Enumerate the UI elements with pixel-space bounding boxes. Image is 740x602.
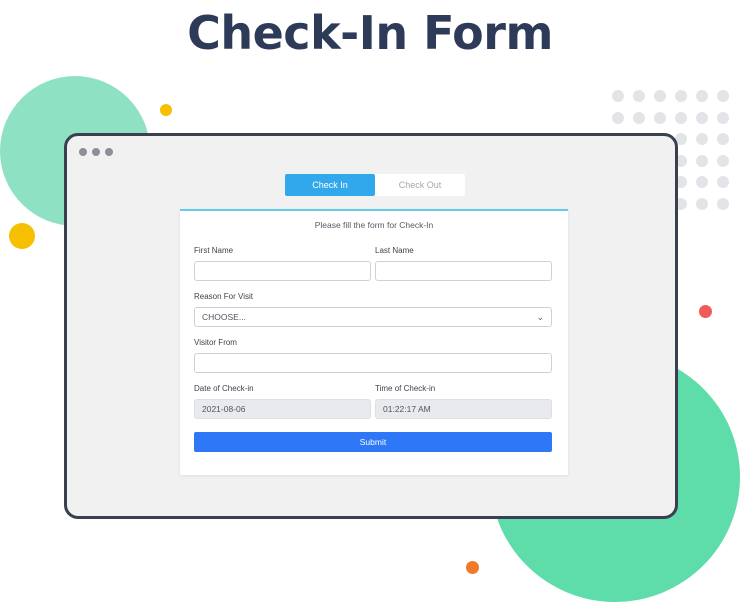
window-title-bar bbox=[67, 136, 675, 160]
first-name-input[interactable] bbox=[194, 261, 371, 281]
submit-button[interactable]: Submit bbox=[194, 432, 552, 452]
checkin-form-card: Please fill the form for Check-In First … bbox=[180, 209, 568, 475]
reason-label: Reason For Visit bbox=[194, 292, 253, 301]
window-control-dot[interactable] bbox=[79, 148, 87, 156]
window-control-dot[interactable] bbox=[105, 148, 113, 156]
date-field: 2021-08-06 bbox=[194, 399, 371, 419]
decorative-dot-orange bbox=[466, 561, 479, 574]
window-control-dot[interactable] bbox=[92, 148, 100, 156]
date-label: Date of Check-in bbox=[194, 384, 254, 393]
decorative-dot-red bbox=[699, 305, 712, 318]
decorative-dot-yellow-large bbox=[9, 223, 35, 249]
tab-check-out[interactable]: Check Out bbox=[375, 174, 465, 196]
reason-selected-value: CHOOSE... bbox=[202, 312, 246, 322]
reason-select[interactable]: CHOOSE... ⌄ bbox=[194, 307, 552, 327]
page-title: Check-In Form bbox=[187, 6, 553, 60]
chevron-down-icon: ⌄ bbox=[536, 311, 544, 322]
visitor-from-label: Visitor From bbox=[194, 338, 237, 347]
form-heading: Please fill the form for Check-In bbox=[314, 220, 434, 230]
tab-check-in[interactable]: Check In bbox=[285, 174, 375, 196]
time-field: 01:22:17 AM bbox=[375, 399, 552, 419]
browser-window: Check In Check Out Please fill the form … bbox=[64, 133, 678, 519]
decorative-dot-yellow bbox=[160, 104, 172, 116]
first-name-label: First Name bbox=[194, 246, 234, 255]
time-label: Time of Check-in bbox=[375, 384, 436, 393]
last-name-input[interactable] bbox=[375, 261, 552, 281]
checkin-tabs: Check In Check Out bbox=[285, 174, 465, 196]
last-name-label: Last Name bbox=[375, 246, 414, 255]
visitor-from-input[interactable] bbox=[194, 353, 552, 373]
